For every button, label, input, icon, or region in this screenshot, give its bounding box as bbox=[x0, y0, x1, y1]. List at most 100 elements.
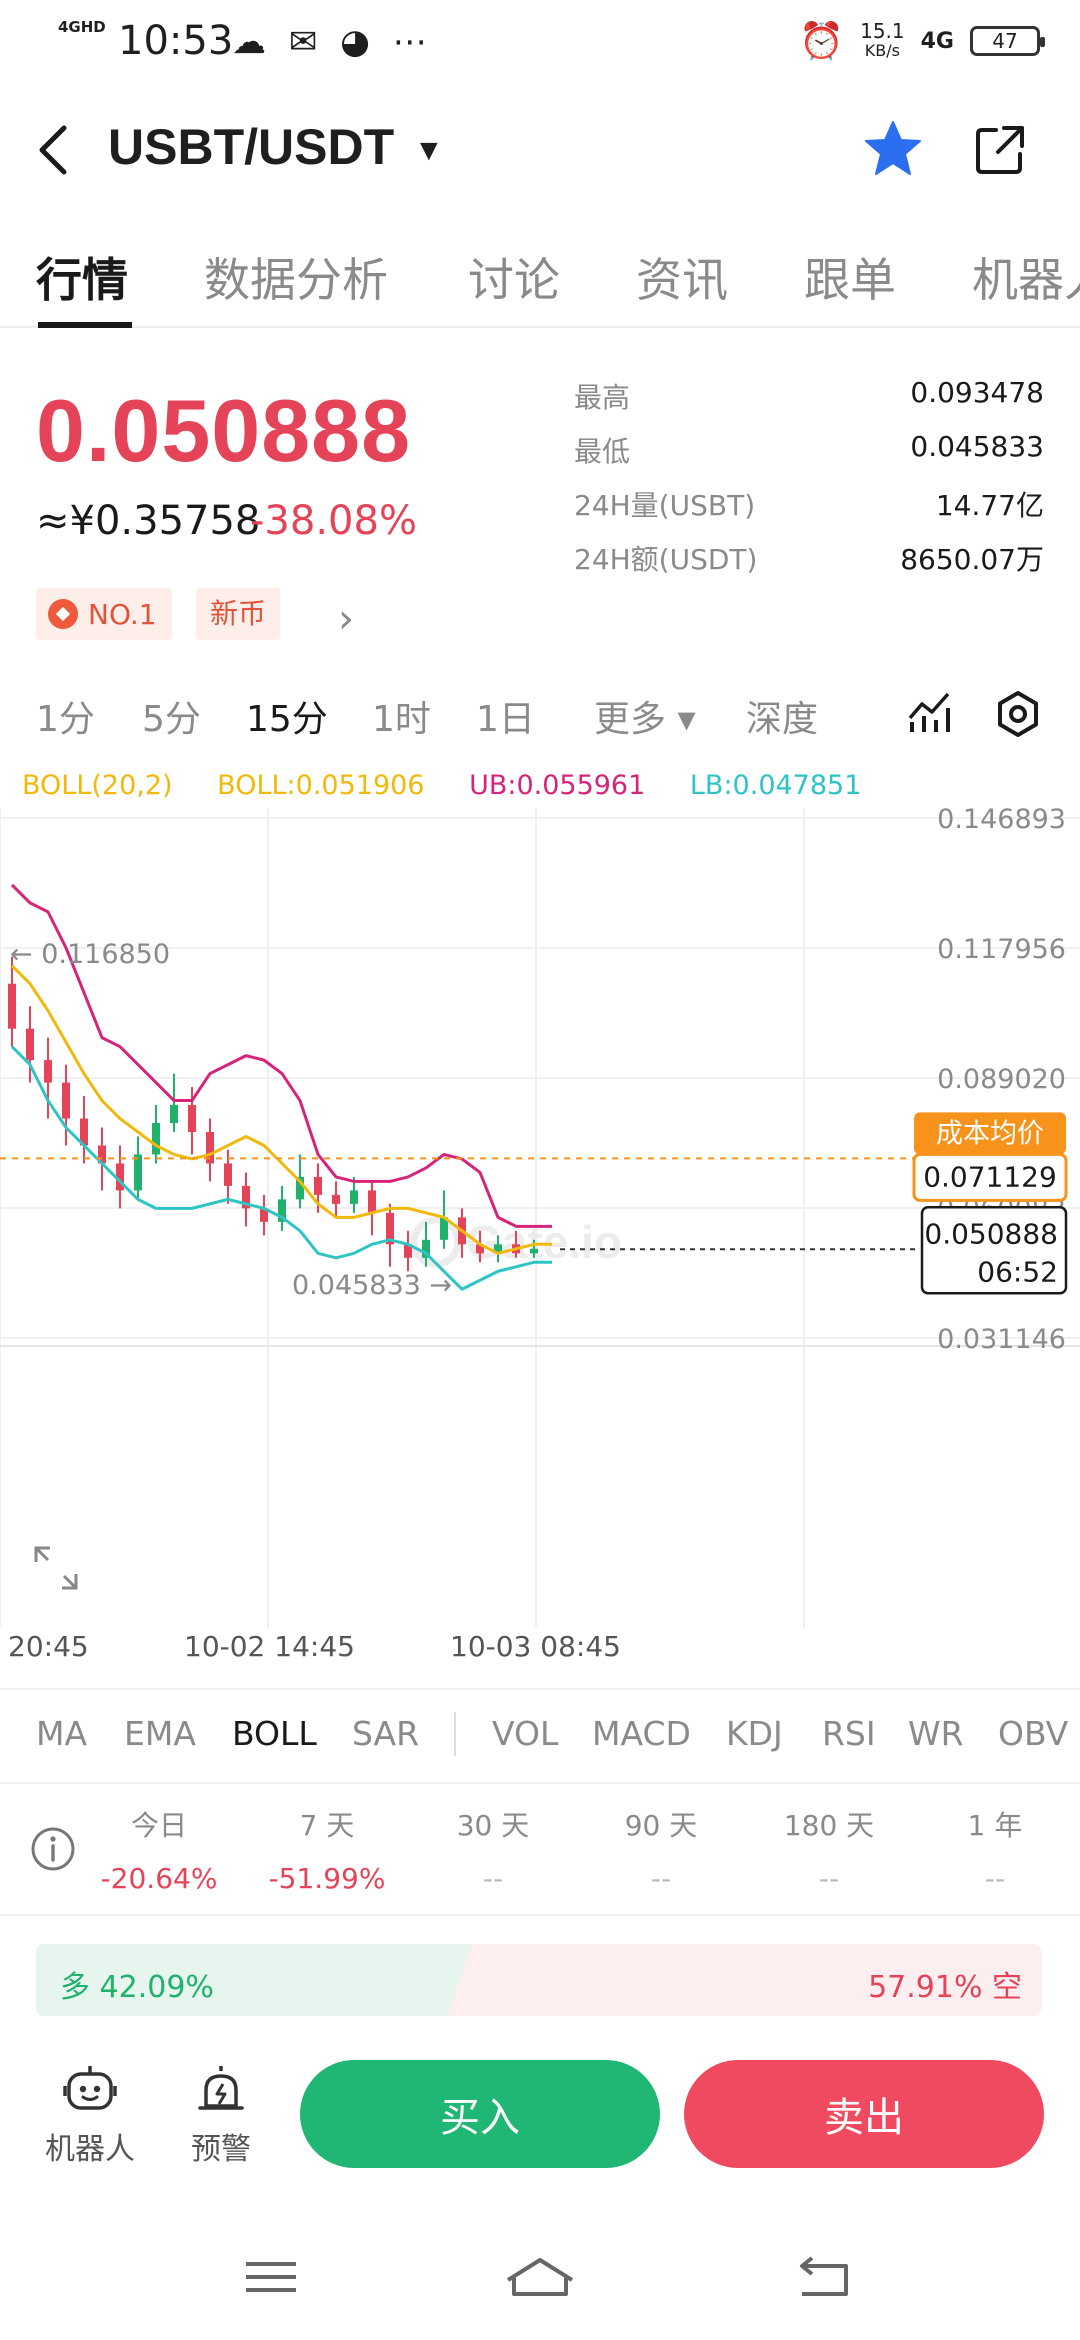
depth-chart[interactable]: 深度 bbox=[746, 690, 818, 742]
boll-mid-value: BOLL:0.051906 bbox=[217, 770, 425, 801]
interval-more[interactable]: 更多 ▾ bbox=[594, 690, 696, 742]
robot-button[interactable]: 机器人 bbox=[40, 2064, 140, 2168]
boll-params: BOLL(20,2) bbox=[22, 770, 173, 801]
tab-copy-trade[interactable]: 跟单 bbox=[804, 244, 896, 310]
active-tab-indicator bbox=[38, 322, 132, 328]
pair-selector[interactable]: USBT/USDT ▼ bbox=[108, 118, 444, 176]
indicator-divider bbox=[454, 1712, 456, 1756]
indicator-kdj[interactable]: KDJ bbox=[726, 1714, 783, 1753]
candle-body bbox=[530, 1248, 538, 1254]
alert-label: 预警 bbox=[191, 2132, 251, 2167]
back-icon[interactable] bbox=[34, 122, 74, 178]
perf-30d: 30 天 -- bbox=[456, 1809, 530, 1895]
tab-news[interactable]: 资讯 bbox=[636, 244, 728, 310]
info-icon[interactable] bbox=[30, 1826, 76, 1872]
indicator-macd[interactable]: MACD bbox=[592, 1714, 691, 1753]
main-tabs: 行情 数据分析 讨论 资讯 跟单 机器人 bbox=[0, 232, 1080, 328]
network-type: 4GHD bbox=[58, 18, 106, 36]
last-price: 0.050888 bbox=[36, 381, 412, 480]
candle-body bbox=[44, 1060, 52, 1083]
price-axis-label: 0.146893 bbox=[937, 808, 1066, 835]
cny-price: ≈¥0.35758 bbox=[36, 498, 261, 544]
stat-high: 最高 0.093478 bbox=[574, 376, 1044, 414]
sell-button[interactable]: 卖出 bbox=[684, 2060, 1044, 2168]
alert-button[interactable]: 预警 bbox=[176, 2064, 266, 2168]
candle-body bbox=[314, 1176, 322, 1195]
cost-average-value: 0.071129 bbox=[923, 1160, 1057, 1193]
chart-settings-icon[interactable] bbox=[994, 690, 1042, 738]
candle-body bbox=[8, 983, 16, 1029]
indicator-ma[interactable]: MA bbox=[36, 1714, 87, 1753]
expand-chart-icon[interactable] bbox=[34, 1546, 78, 1590]
tab-bot[interactable]: 机器人 bbox=[972, 244, 1080, 310]
interval-15m[interactable]: 15分 bbox=[246, 690, 328, 742]
back-nav-icon[interactable] bbox=[800, 2256, 848, 2296]
buy-button[interactable]: 买入 bbox=[300, 2060, 660, 2168]
high-price-marker: ← 0.116850 bbox=[10, 939, 170, 970]
candle-body bbox=[26, 1028, 34, 1061]
price-axis-label: 0.117956 bbox=[937, 934, 1066, 965]
time-axis: 20:45 10-02 14:45 10-03 08:45 bbox=[0, 1630, 1080, 1676]
indicator-obv[interactable]: OBV bbox=[998, 1714, 1068, 1753]
boll-lb-value: LB:0.047851 bbox=[689, 770, 862, 801]
watermark: Gate.io bbox=[466, 1216, 622, 1268]
tab-data-analysis[interactable]: 数据分析 bbox=[204, 244, 388, 310]
candle-body bbox=[224, 1163, 232, 1186]
stat-volume: 24H量(USBT) 14.77亿 bbox=[574, 489, 1044, 522]
indicator-sar[interactable]: SAR bbox=[352, 1714, 419, 1753]
interval-1d[interactable]: 1日 bbox=[476, 690, 535, 742]
menu-icon[interactable] bbox=[246, 2262, 296, 2292]
price-chart[interactable]: Gate.io 0.1468930.1179560.0890200.060083… bbox=[0, 808, 1080, 1628]
share-icon[interactable] bbox=[972, 122, 1028, 178]
indicator-vol[interactable]: VOL bbox=[492, 1714, 558, 1753]
chevron-right-icon[interactable]: › bbox=[338, 596, 354, 642]
robot-label: 机器人 bbox=[45, 2132, 135, 2167]
new-coin-badge[interactable]: 新币 bbox=[196, 588, 280, 640]
time-label: 10-02 14:45 bbox=[184, 1630, 355, 1663]
candle-body bbox=[152, 1123, 160, 1155]
time-label: 10-03 08:45 bbox=[450, 1630, 621, 1663]
pair-name: USBT/USDT bbox=[108, 119, 395, 175]
cost-average-label: 成本均价 bbox=[936, 1118, 1044, 1149]
stat-turnover: 24H额(USDT) 8650.07万 bbox=[574, 543, 1044, 576]
stats-panel: 最高 0.093478 最低 0.045833 24H量(USBT) 14.77亿 2… bbox=[574, 366, 1044, 582]
clock: 10:53 bbox=[118, 18, 234, 64]
candle-body bbox=[170, 1105, 178, 1124]
rank-label: NO.1 bbox=[88, 597, 157, 631]
indicator-wr[interactable]: WR bbox=[908, 1714, 964, 1753]
indicator-chart-icon[interactable] bbox=[906, 688, 952, 734]
indicator-boll[interactable]: BOLL bbox=[232, 1714, 317, 1753]
watermark-logo-icon bbox=[410, 1216, 462, 1268]
net-speed: 15.1 KB/s bbox=[860, 19, 905, 60]
home-icon[interactable] bbox=[506, 2258, 574, 2296]
indicator-tabs: MA EMA BOLL SAR VOL MACD KDJ RSI WR OBV bbox=[0, 1688, 1080, 1784]
battery-icon: 47 bbox=[970, 26, 1045, 56]
boll-ub-line bbox=[10, 883, 552, 1228]
tab-market[interactable]: 行情 bbox=[36, 244, 128, 310]
alarm-icon: ⏰ bbox=[799, 21, 845, 62]
candle-body bbox=[350, 1190, 358, 1204]
perf-90d: 90 天 -- bbox=[624, 1809, 698, 1895]
favorite-star-icon[interactable] bbox=[862, 118, 924, 180]
rank-icon bbox=[48, 599, 78, 629]
interval-5m[interactable]: 5分 bbox=[142, 690, 201, 742]
interval-1h[interactable]: 1时 bbox=[372, 690, 431, 742]
candle-body bbox=[368, 1190, 376, 1213]
system-nav-bar bbox=[246, 2256, 848, 2296]
perf-7d: 7 天 -51.99% bbox=[268, 1809, 386, 1895]
perf-1y: 1 年 -- bbox=[967, 1809, 1023, 1895]
perf-180d: 180 天 -- bbox=[783, 1809, 875, 1895]
indicator-rsi[interactable]: RSI bbox=[822, 1714, 876, 1753]
low-price-marker: 0.045833 → bbox=[292, 1270, 452, 1301]
candle-countdown: 06:52 bbox=[977, 1255, 1058, 1288]
perf-today: 今日 -20.64% bbox=[100, 1809, 218, 1895]
boll-ub-value: UB:0.055961 bbox=[469, 770, 646, 801]
tab-discussion[interactable]: 讨论 bbox=[468, 244, 560, 310]
alarm-bell-icon bbox=[198, 2066, 244, 2110]
candle-body bbox=[188, 1105, 196, 1132]
indicator-ema[interactable]: EMA bbox=[124, 1714, 196, 1753]
status-bar: 4GHD 10:53 ☁ ✉ ◕ ⋯ ⏰ 15.1 KB/s 4G 47 bbox=[0, 0, 1080, 86]
interval-1m[interactable]: 1分 bbox=[36, 690, 95, 742]
notification-icons: ☁ ✉ ◕ ⋯ bbox=[232, 22, 433, 62]
rank-badge[interactable]: NO.1 bbox=[36, 588, 172, 640]
